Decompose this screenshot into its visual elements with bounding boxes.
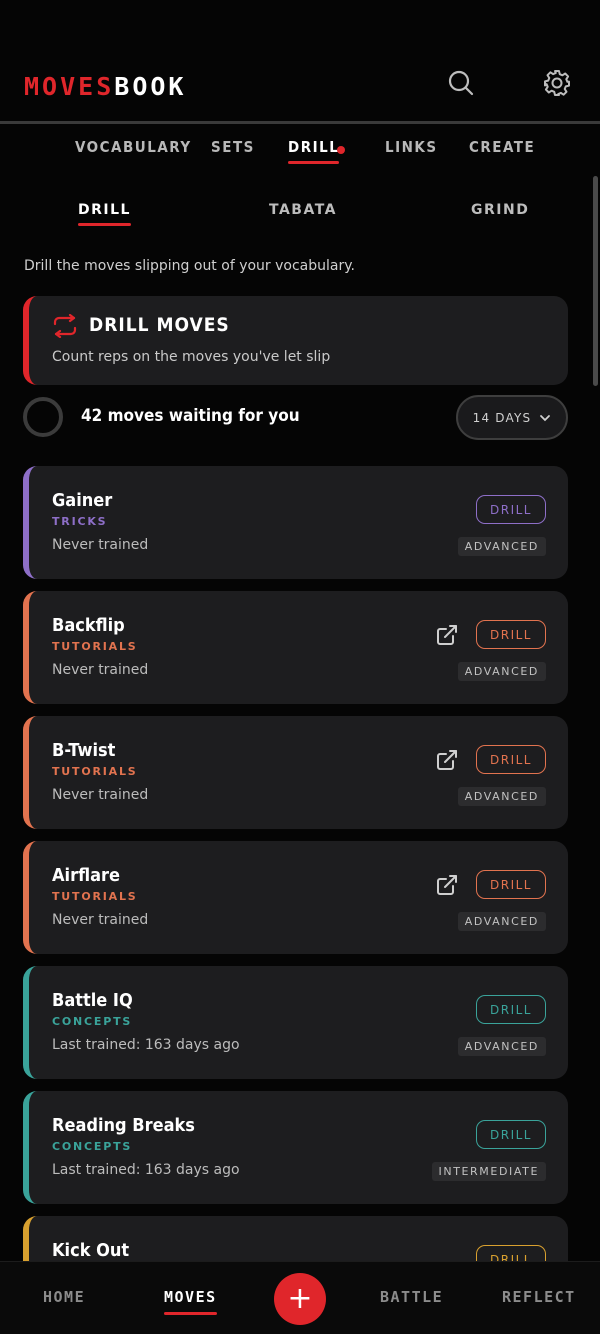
- scrollbar[interactable]: [593, 176, 598, 386]
- move-card[interactable]: B-Twist TUTORIALS Never trained DRILL ADVANC…: [23, 716, 568, 829]
- subtab-tabata[interactable]: TABATA: [269, 202, 337, 218]
- drill-button[interactable]: DRILL: [476, 495, 546, 524]
- logo-book: BOOK: [114, 72, 187, 101]
- move-name: B-Twist: [52, 740, 116, 761]
- drill-button[interactable]: DRILL: [476, 995, 546, 1024]
- drill-button[interactable]: DRILL: [476, 1120, 546, 1149]
- tab-drill[interactable]: DRILL: [288, 138, 340, 164]
- move-category: TRICKS: [52, 515, 108, 528]
- move-category: TUTORIALS: [52, 765, 138, 778]
- app-header: MOVESBOOK: [0, 0, 600, 124]
- search-icon[interactable]: [446, 68, 476, 98]
- move-card[interactable]: Reading Breaks CONCEPTS Last trained: 163 …: [23, 1091, 568, 1204]
- days-filter-button[interactable]: 14 DAYS: [456, 395, 568, 440]
- level-badge: ADVANCED: [457, 912, 546, 931]
- move-last-trained: Never trained: [52, 662, 149, 678]
- notification-dot: [337, 146, 345, 154]
- external-link-icon[interactable]: [436, 624, 458, 646]
- move-card[interactable]: Kick Out DRILL: [23, 1216, 568, 1261]
- subtab-grind[interactable]: GRIND: [471, 202, 529, 218]
- move-category: TUTORIALS: [52, 890, 138, 903]
- hero-title: DRILL MOVES: [89, 314, 230, 336]
- drill-button[interactable]: DRILL: [476, 1245, 546, 1261]
- drill-button[interactable]: DRILL: [476, 620, 546, 649]
- move-card[interactable]: Airflare TUTORIALS Never trained DRILL ADVAN…: [23, 841, 568, 954]
- level-badge: ADVANCED: [457, 662, 546, 681]
- tab-links[interactable]: LINKS: [385, 138, 438, 156]
- move-name: Gainer: [52, 490, 113, 511]
- logo-moves: MOVES: [24, 72, 115, 101]
- move-last-trained: Never trained: [52, 537, 149, 553]
- move-last-trained: Never trained: [52, 787, 149, 803]
- waiting-count: 42 moves waiting for you: [81, 406, 300, 426]
- tab-create[interactable]: CREATE: [469, 138, 535, 156]
- level-badge: ADVANCED: [457, 787, 546, 806]
- hero-subtitle: Count reps on the moves you've let slip: [52, 349, 331, 365]
- external-link-icon[interactable]: [436, 749, 458, 771]
- move-last-trained: Last trained: 163 days ago: [52, 1162, 240, 1178]
- drill-moves-card[interactable]: DRILL MOVES Count reps on the moves you'…: [23, 296, 568, 385]
- level-badge: ADVANCED: [457, 1037, 546, 1056]
- move-name: Backflip: [52, 615, 125, 636]
- drill-button[interactable]: DRILL: [476, 870, 546, 899]
- external-link-icon[interactable]: [436, 874, 458, 896]
- repeat-icon: [53, 314, 77, 338]
- days-filter-label: 14 DAYS: [472, 410, 532, 425]
- move-last-trained: Last trained: 163 days ago: [52, 1037, 240, 1053]
- nav-home[interactable]: HOME: [43, 1288, 85, 1306]
- move-name: Airflare: [52, 865, 120, 886]
- tab-sets[interactable]: SETS: [211, 138, 255, 156]
- bottom-nav: HOME MOVES + BATTLE REFLECT: [0, 1261, 600, 1334]
- subtab-drill[interactable]: DRILL: [78, 202, 131, 226]
- progress-ring: [23, 397, 63, 437]
- add-button[interactable]: +: [274, 1273, 326, 1325]
- move-last-trained: Never trained: [52, 912, 149, 928]
- level-badge: INTERMEDIATE: [431, 1162, 546, 1181]
- nav-reflect[interactable]: REFLECT: [502, 1288, 576, 1306]
- move-category: TUTORIALS: [52, 640, 138, 653]
- move-name: Reading Breaks: [52, 1115, 195, 1136]
- move-card[interactable]: Gainer TRICKS Never trained DRILL ADVANCED: [23, 466, 568, 579]
- moves-list: Gainer TRICKS Never trained DRILL ADVANCED Ba…: [23, 466, 568, 1261]
- chevron-down-icon: [540, 414, 551, 421]
- app-logo[interactable]: MOVESBOOK: [24, 72, 186, 101]
- move-name: Battle IQ: [52, 990, 133, 1011]
- move-card[interactable]: Backflip TUTORIALS Never trained DRILL ADVAN…: [23, 591, 568, 704]
- nav-battle[interactable]: BATTLE: [380, 1288, 443, 1306]
- move-name: Kick Out: [52, 1240, 130, 1261]
- move-category: CONCEPTS: [52, 1015, 133, 1028]
- nav-moves[interactable]: MOVES: [164, 1288, 217, 1315]
- level-badge: ADVANCED: [457, 537, 546, 556]
- drill-button[interactable]: DRILL: [476, 745, 546, 774]
- intro-text: Drill the moves slipping out of your voc…: [24, 258, 355, 274]
- move-card[interactable]: Battle IQ CONCEPTS Last trained: 163 days …: [23, 966, 568, 1079]
- tab-vocabulary[interactable]: VOCABULARY: [75, 138, 192, 156]
- move-category: CONCEPTS: [52, 1140, 133, 1153]
- gear-icon[interactable]: [542, 68, 572, 98]
- main-tabs: VOCABULARY SETS DRILL LINKS CREATE: [0, 124, 600, 174]
